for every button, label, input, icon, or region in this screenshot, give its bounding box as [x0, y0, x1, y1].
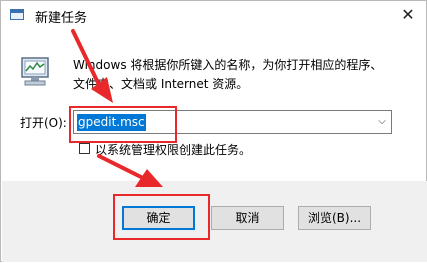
admin-privileges-checkbox[interactable] [79, 143, 90, 154]
open-label: 打开(O): [20, 116, 67, 130]
arrow-to-ok [97, 154, 147, 181]
close-icon[interactable]: ✕ [398, 5, 418, 25]
browse-button[interactable]: 浏览(B)... [298, 206, 371, 230]
run-window-icon [10, 9, 24, 20]
ok-button[interactable]: 确定 [122, 206, 195, 230]
new-task-dialog: 新建任务 ✕ Windows 将根据你所键入的名称，为你打开相应的程序、 文件夹… [0, 0, 427, 262]
chevron-down-icon[interactable]: ⌵ [373, 111, 391, 133]
description-line-1: Windows 将根据你所键入的名称，为你打开相应的程序、 [73, 58, 383, 72]
description-line-2: 文件夹、文档或 Internet 资源。 [73, 77, 249, 91]
open-combobox[interactable]: gpedit.msc ⌵ [73, 110, 392, 134]
cancel-button[interactable]: 取消 [211, 206, 284, 230]
admin-privileges-label[interactable]: 以系统管理权限创建此任务。 [95, 141, 251, 158]
open-input-value[interactable]: gpedit.msc [77, 114, 146, 131]
computer-run-icon [21, 57, 49, 86]
window-title: 新建任务 [35, 11, 88, 26]
description-text: Windows 将根据你所键入的名称，为你打开相应的程序、 文件夹、文档或 In… [73, 56, 403, 94]
title-bar: 新建任务 ✕ [1, 1, 426, 31]
